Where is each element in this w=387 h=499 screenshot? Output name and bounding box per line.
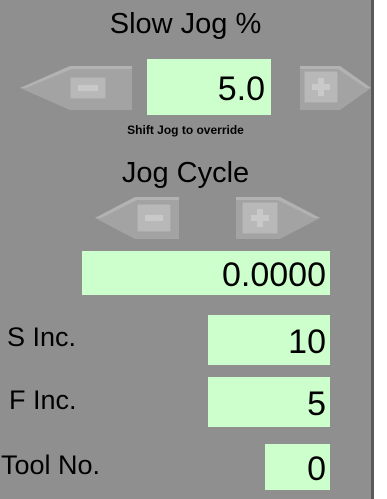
plus-arrow-right-icon (241, 201, 279, 235)
right-side-strip (371, 0, 387, 499)
slow-jog-percent-field[interactable]: 5.0 (147, 59, 271, 115)
s-inc-label: S Inc. (7, 322, 77, 352)
panel-divider (371, 0, 374, 499)
f-inc-label: F Inc. (9, 385, 77, 415)
jog-cycle-plus-button[interactable] (236, 196, 320, 240)
tool-no-label: Tool No. (1, 450, 101, 480)
slow-jog-minus-button[interactable] (20, 65, 132, 111)
jog-cycle-field[interactable]: 0.0000 (82, 251, 330, 295)
minus-arrow-left-icon (136, 203, 172, 233)
slow-jog-title: Slow Jog % (109, 8, 262, 40)
jog-settings-panel: Slow Jog % 5.0 Shift Jog to override Jog… (0, 0, 371, 499)
jog-cycle-minus-button[interactable] (95, 196, 179, 240)
plus-arrow-right-icon (303, 70, 339, 104)
tool-no-field[interactable]: 0 (265, 444, 330, 490)
s-inc-field[interactable]: 10 (208, 315, 330, 365)
f-inc-field[interactable]: 5 (208, 377, 330, 427)
shift-jog-hint: Shift Jog to override (127, 123, 244, 137)
jog-cycle-title: Jog Cycle (121, 157, 250, 189)
slow-jog-plus-button[interactable] (300, 65, 371, 111)
minus-arrow-left-icon (69, 76, 107, 100)
